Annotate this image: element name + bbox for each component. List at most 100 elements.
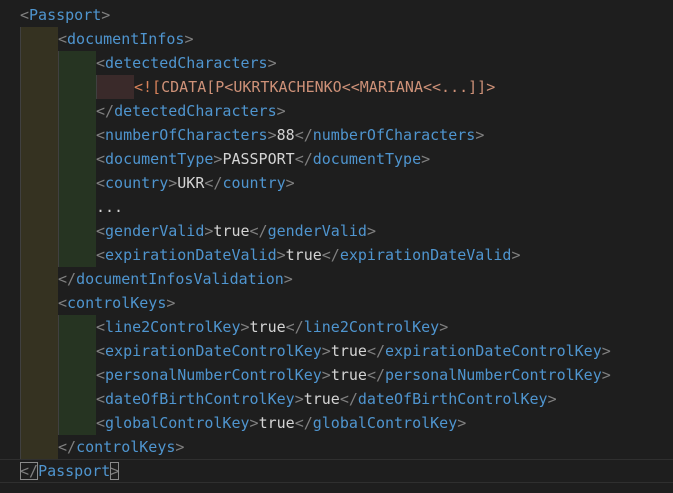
opening-tag-name: genderValid — [105, 222, 205, 240]
close-bracket: > — [276, 246, 286, 264]
indent-guide-line — [58, 315, 59, 339]
indent-guide-line — [20, 243, 21, 267]
close-bracket: > — [366, 222, 376, 240]
code-line[interactable]: <numberOfCharacters>88</numberOfCharacte… — [0, 123, 673, 147]
opening-tag-name: expirationDateValid — [105, 246, 277, 264]
close-bracket: > — [457, 414, 467, 432]
code-editor[interactable]: <Passport> <documentInfos> <detectedCharac… — [0, 0, 673, 493]
open-bracket: </ — [58, 270, 77, 288]
indent-guide-line — [58, 51, 59, 75]
indent-guide-line — [20, 315, 21, 339]
closing-tag-name: detectedCharacters — [114, 102, 277, 120]
code-line[interactable]: <detectedCharacters> — [0, 51, 673, 75]
open-bracket: </ — [58, 438, 77, 456]
indent-guide — [20, 147, 58, 171]
element-value: true — [330, 342, 367, 360]
code-content: <Passport> — [20, 3, 110, 27]
open-bracket: < — [96, 390, 106, 408]
close-bracket: > — [294, 390, 304, 408]
close-bracket: > — [321, 342, 331, 360]
code-content: </documentInfosValidation> — [58, 267, 293, 291]
indent-guide-line — [20, 291, 21, 315]
code-line[interactable]: <Passport> — [0, 3, 673, 27]
close-bracket: > — [267, 54, 277, 72]
element-value: 88 — [276, 126, 295, 144]
code-line[interactable]: </Passport> — [0, 459, 673, 483]
open-bracket: < — [96, 246, 106, 264]
code-content: <globalControlKey>true</globalControlKey… — [96, 411, 466, 435]
indent-guide — [20, 315, 58, 339]
close-bracket: > — [511, 246, 521, 264]
code-line[interactable]: </detectedCharacters> — [0, 99, 673, 123]
indent-guide — [58, 123, 96, 147]
code-content: <detectedCharacters> — [96, 51, 277, 75]
open-bracket: < — [96, 222, 106, 240]
open-bracket: </ — [249, 222, 268, 240]
indent-guide-line — [58, 243, 59, 267]
code-content: <genderValid>true</genderValid> — [96, 219, 376, 243]
indent-guide — [20, 171, 58, 195]
opening-tag-name: dateOfBirthControlKey — [105, 390, 295, 408]
indent-guide-line — [20, 75, 21, 99]
close-bracket: > — [267, 126, 277, 144]
code-line[interactable]: <documentType>PASSPORT</documentType> — [0, 147, 673, 171]
indent-guide-line — [20, 147, 21, 171]
element-value: true — [303, 390, 340, 408]
code-content: </detectedCharacters> — [96, 99, 286, 123]
ellipsis-text: ... — [96, 198, 124, 216]
indent-guide — [58, 99, 96, 123]
element-value: PASSPORT — [222, 150, 295, 168]
code-line[interactable]: <dateOfBirthControlKey>true</dateOfBirth… — [0, 387, 673, 411]
indent-guide-line — [20, 363, 21, 387]
opening-tag-name: country — [105, 174, 169, 192]
open-bracket: </ — [366, 366, 385, 384]
indent-guide — [20, 435, 58, 459]
indent-guide — [58, 315, 96, 339]
code-line[interactable]: <controlKeys> — [0, 291, 673, 315]
code-line[interactable]: <line2ControlKey>true</line2ControlKey> — [0, 315, 673, 339]
cdata-open-token: <![ — [134, 78, 162, 96]
element-value: true — [285, 246, 322, 264]
code-content: <expirationDateControlKey>true</expirati… — [96, 339, 611, 363]
open-bracket: </ — [366, 342, 385, 360]
indent-guide-line — [20, 99, 21, 123]
open-bracket: </ — [204, 174, 223, 192]
indent-guide — [20, 291, 58, 315]
indent-guide — [20, 339, 58, 363]
open-bracket: < — [20, 6, 30, 24]
closing-tag-name: line2ControlKey — [303, 318, 440, 336]
code-line[interactable]: <personalNumberControlKey>true</personal… — [0, 363, 673, 387]
open-bracket: < — [96, 366, 106, 384]
indent-guide — [20, 99, 58, 123]
code-content: <![CDATA[P<UKRTKACHENKO<<MARIANA<<...]]> — [134, 75, 495, 99]
close-bracket: > — [276, 102, 286, 120]
closing-tag-name: expirationDateValid — [339, 246, 512, 264]
code-line[interactable]: ... — [0, 195, 673, 219]
indent-guide — [58, 171, 96, 195]
code-line[interactable]: </documentInfosValidation> — [0, 267, 673, 291]
closing-tag-name: documentInfosValidation — [76, 270, 284, 288]
indent-guide — [20, 387, 58, 411]
indent-guide — [20, 195, 58, 219]
code-line[interactable]: <genderValid>true</genderValid> — [0, 219, 673, 243]
indent-guide-line — [58, 411, 59, 435]
closing-tag-name: dateOfBirthControlKey — [357, 390, 548, 408]
code-content: <documentType>PASSPORT</documentType> — [96, 147, 430, 171]
opening-tag-name: personalNumberControlKey — [105, 366, 322, 384]
code-line[interactable]: <expirationDateValid>true</expirationDat… — [0, 243, 673, 267]
close-bracket: > — [283, 270, 293, 288]
indent-guide — [20, 363, 58, 387]
open-bracket: < — [96, 150, 106, 168]
code-content: <expirationDateValid>true</expirationDat… — [96, 243, 520, 267]
code-line[interactable]: </controlKeys> — [0, 435, 673, 459]
code-line[interactable]: <documentInfos> — [0, 27, 673, 51]
indent-guide-line — [96, 75, 97, 99]
indent-guide-line — [20, 195, 21, 219]
indent-guide — [58, 243, 96, 267]
code-line[interactable]: <globalControlKey>true</globalControlKey… — [0, 411, 673, 435]
code-line[interactable]: <![CDATA[P<UKRTKACHENKO<<MARIANA<<...]]> — [0, 75, 673, 99]
code-line[interactable]: <country>UKR</country> — [0, 171, 673, 195]
indent-guide-line — [58, 387, 59, 411]
indent-guide-line — [58, 75, 59, 99]
code-line[interactable]: <expirationDateControlKey>true</expirati… — [0, 339, 673, 363]
